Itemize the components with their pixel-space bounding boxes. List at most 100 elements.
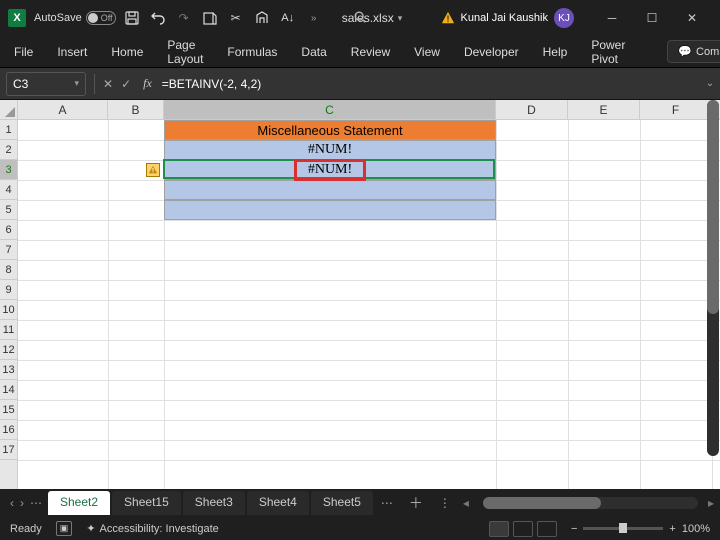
tab-home[interactable]: Home	[109, 39, 145, 65]
window-controls: ─ ☐ ✕	[592, 3, 712, 33]
col-header-B[interactable]: B	[108, 100, 164, 119]
col-header-F[interactable]: F	[640, 100, 712, 119]
sheet-next-button[interactable]: ›	[20, 496, 24, 510]
zoom-in-button[interactable]: +	[669, 523, 675, 535]
tab-data[interactable]: Data	[299, 39, 328, 65]
tab-developer[interactable]: Developer	[462, 39, 521, 65]
row-header-17[interactable]: 17	[0, 440, 17, 460]
cell-C1[interactable]: Miscellaneous Statement	[164, 120, 496, 140]
cut-icon[interactable]: ✂	[228, 10, 244, 26]
row-header-3[interactable]: 3	[0, 160, 17, 180]
zoom-out-button[interactable]: −	[571, 523, 577, 535]
row-header-16[interactable]: 16	[0, 420, 17, 440]
sheet-tab-sheet5[interactable]: Sheet5	[311, 491, 373, 515]
tab-file[interactable]: File	[12, 39, 35, 65]
toggle-switch[interactable]: Off	[86, 11, 116, 25]
cell-C5[interactable]	[164, 200, 496, 220]
col-header-D[interactable]: D	[496, 100, 568, 119]
row-header-14[interactable]: 14	[0, 380, 17, 400]
tab-power-pivot[interactable]: Power Pivot	[589, 32, 627, 72]
add-sheet-button[interactable]: ＋	[401, 493, 431, 513]
user-account[interactable]: Kunal Jai Kaushik KJ	[441, 8, 574, 28]
row-header-1[interactable]: 1	[0, 120, 17, 140]
sheet-tab-sheet4[interactable]: Sheet4	[247, 491, 309, 515]
row-header-15[interactable]: 15	[0, 400, 17, 420]
zoom-level[interactable]: 100%	[682, 523, 710, 535]
page-layout-view-button[interactable]	[513, 521, 533, 537]
sheet-prev-button[interactable]: ‹	[10, 496, 14, 510]
horizontal-scrollbar[interactable]	[483, 497, 698, 509]
row-header-10[interactable]: 10	[0, 300, 17, 320]
close-button[interactable]: ✕	[672, 3, 712, 33]
scroll-thumb[interactable]	[483, 497, 601, 509]
tab-formulas[interactable]: Formulas	[225, 39, 279, 65]
row-header-7[interactable]: 7	[0, 240, 17, 260]
row-header-4[interactable]: 4	[0, 180, 17, 200]
minimize-button[interactable]: ─	[592, 3, 632, 33]
formula-input[interactable]	[158, 72, 700, 96]
accessibility-label: Accessibility: Investigate	[100, 523, 219, 535]
autosave-toggle[interactable]: AutoSave Off	[34, 11, 116, 25]
page-break-view-button[interactable]	[537, 521, 557, 537]
cancel-formula-button[interactable]: ✕	[103, 77, 113, 91]
accept-formula-button[interactable]: ✓	[121, 77, 131, 91]
redo-icon[interactable]: ↷	[176, 10, 192, 26]
sheet-tab-sheet3[interactable]: Sheet3	[183, 491, 245, 515]
qat-more-icon[interactable]: »	[306, 10, 322, 26]
expand-formula-bar[interactable]: ⌄	[700, 78, 720, 89]
search-icon[interactable]	[353, 10, 367, 27]
quick-access-toolbar: ↷ ✂ A↓ »	[124, 10, 322, 26]
sheet-tab-bar: ‹ › ⋯ Sheet2Sheet15Sheet3Sheet4Sheet5 ⋯ …	[0, 489, 720, 517]
comments-button[interactable]: 💬 Comments	[667, 40, 720, 63]
sheet-tab-sheet2[interactable]: Sheet2	[48, 491, 110, 515]
row-header-11[interactable]: 11	[0, 320, 17, 340]
excel-logo-icon: X	[8, 9, 26, 27]
view-buttons	[489, 521, 557, 537]
cell-C3[interactable]: #NUM!	[164, 160, 496, 180]
normal-view-button[interactable]	[489, 521, 509, 537]
select-all-button[interactable]	[0, 100, 18, 120]
col-header-E[interactable]: E	[568, 100, 640, 119]
avatar: KJ	[554, 8, 574, 28]
vertical-scrollbar[interactable]	[707, 100, 719, 456]
cells-area[interactable]: Miscellaneous Statement#NUM!#NUM!	[18, 120, 720, 489]
ribbon-tabs: File Insert Home Page Layout Formulas Da…	[0, 36, 720, 68]
spreadsheet-grid[interactable]: ABCDEF 1234567891011121314151617 Miscell…	[0, 100, 720, 489]
macro-record-icon[interactable]: ▣	[56, 521, 73, 536]
row-header-9[interactable]: 9	[0, 280, 17, 300]
fx-icon[interactable]: fx	[143, 76, 152, 91]
sheet-more-button[interactable]: ⋯	[375, 496, 399, 510]
cell-C2[interactable]: #NUM!	[164, 140, 496, 160]
zoom-slider[interactable]	[583, 527, 663, 530]
row-header-2[interactable]: 2	[0, 140, 17, 160]
scroll-thumb[interactable]	[707, 100, 719, 314]
tab-review[interactable]: Review	[349, 39, 392, 65]
qat-icon-2[interactable]	[254, 10, 270, 26]
error-indicator-icon[interactable]	[146, 163, 160, 177]
row-header-13[interactable]: 13	[0, 360, 17, 380]
sort-icon[interactable]: A↓	[280, 10, 296, 26]
col-header-A[interactable]: A	[18, 100, 108, 119]
sheet-tab-sheet15[interactable]: Sheet15	[112, 491, 181, 515]
tab-page-layout[interactable]: Page Layout	[165, 32, 205, 72]
undo-icon[interactable]	[150, 10, 166, 26]
row-header-6[interactable]: 6	[0, 220, 17, 240]
tab-insert[interactable]: Insert	[55, 39, 89, 65]
row-header-5[interactable]: 5	[0, 200, 17, 220]
tab-help[interactable]: Help	[541, 39, 570, 65]
row-header-8[interactable]: 8	[0, 260, 17, 280]
user-name: Kunal Jai Kaushik	[461, 12, 548, 24]
accessibility-checker[interactable]: ✦ Accessibility: Investigate	[86, 522, 218, 535]
save-icon[interactable]	[124, 10, 140, 26]
tab-view[interactable]: View	[412, 39, 442, 65]
row-header-12[interactable]: 12	[0, 340, 17, 360]
name-box[interactable]: C3 ▾	[6, 72, 86, 96]
filename-dropdown[interactable]: sales.xlsx ▾	[342, 11, 403, 25]
cell-C4[interactable]	[164, 180, 496, 200]
col-header-C[interactable]: C	[164, 100, 496, 119]
maximize-button[interactable]: ☐	[632, 3, 672, 33]
sheet-menu-button[interactable]: ⋮	[433, 496, 457, 510]
sheet-list-button[interactable]: ⋯	[30, 496, 42, 510]
zoom-control: − + 100%	[571, 523, 710, 535]
qat-icon[interactable]	[202, 10, 218, 26]
